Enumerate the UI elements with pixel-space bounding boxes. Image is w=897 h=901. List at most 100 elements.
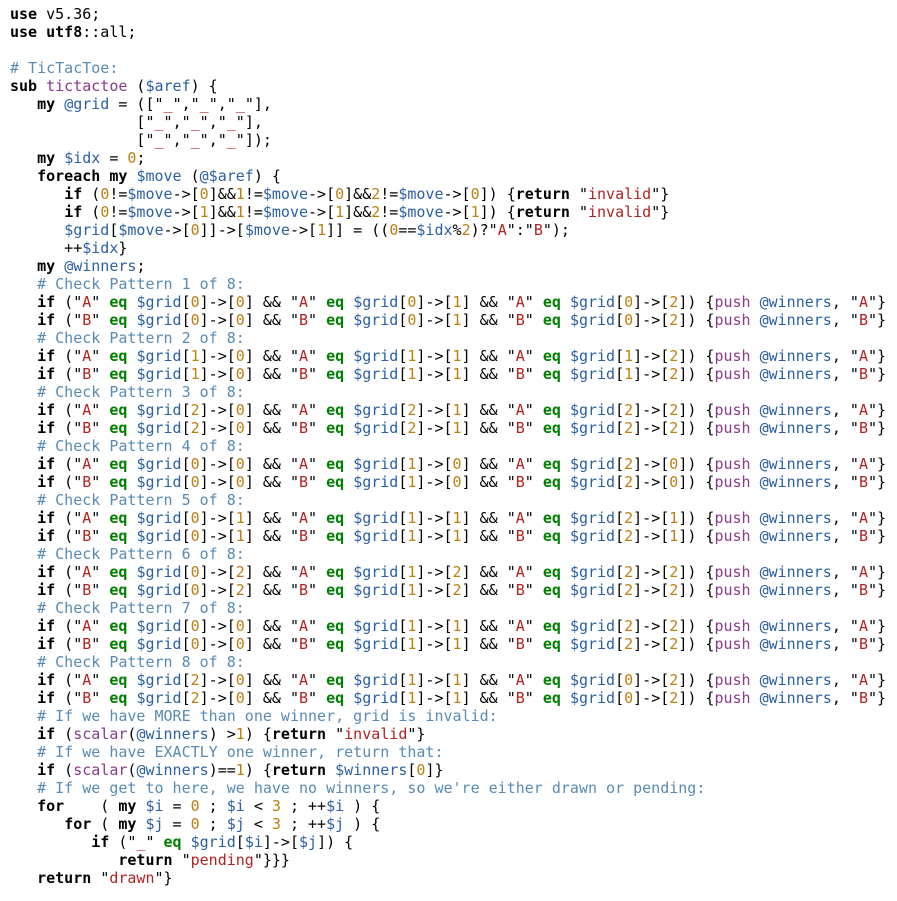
token-string: "A"	[73, 563, 101, 581]
token-plain: (	[55, 455, 74, 473]
token-plain: ,	[208, 131, 218, 149]
token-plain: }	[877, 689, 887, 707]
token-plain: )==	[208, 761, 236, 779]
token-operator: eq	[163, 833, 182, 851]
token-comment: # Check Pattern 3 of 8:	[37, 383, 245, 401]
token-keyword: my	[118, 797, 137, 815]
token-comment: # Check Pattern 5 of 8:	[37, 491, 245, 509]
token-variable: @winners	[759, 455, 832, 473]
token-operator: eq	[542, 617, 561, 635]
token-plain: ] &&	[244, 473, 290, 491]
token-variable: $move	[262, 203, 309, 221]
token-plain: ]->[	[416, 671, 453, 689]
token-string: "B"	[849, 365, 877, 383]
token-plain: (	[55, 311, 74, 329]
token-operator: eq	[326, 347, 345, 365]
token-keyword: my	[109, 167, 128, 185]
token-operator: eq	[542, 527, 561, 545]
token-plain: (	[55, 689, 74, 707]
token-plain: ]) {	[678, 455, 715, 473]
token-string: "A"	[849, 617, 877, 635]
token-plain: );	[551, 221, 570, 239]
token-number: 0	[190, 293, 200, 311]
token-plain: ,	[831, 419, 850, 437]
token-variable: @$aref	[199, 167, 254, 185]
token-number: 2	[669, 581, 679, 599]
token-number: 2	[371, 203, 381, 221]
token-variable: $grid	[569, 311, 616, 329]
token-variable: $idx	[64, 149, 101, 167]
code-line: if (0!=$move->[1]&&1!=$move->[1]&&2!=$mo…	[10, 203, 897, 221]
token-plain: ] &&	[244, 509, 290, 527]
token-plain: ]) {	[479, 203, 516, 221]
token-plain: [	[181, 689, 191, 707]
token-number: 2	[190, 689, 200, 707]
token-string: "B"	[506, 473, 534, 491]
token-variable: $grid	[136, 635, 182, 653]
token-plain: ]->[	[199, 635, 236, 653]
token-plain: ,	[831, 689, 850, 707]
code-line: # Check Pattern 4 of 8:	[10, 437, 897, 455]
token-variable: @winners	[759, 635, 832, 653]
token-builtin: push	[714, 311, 751, 329]
token-variable: $grid	[353, 473, 399, 491]
token-variable: $grid	[136, 311, 182, 329]
token-plain: ]->[	[416, 509, 453, 527]
token-plain: ]->[	[633, 635, 670, 653]
token-plain: }	[163, 869, 173, 887]
token-operator: eq	[326, 419, 345, 437]
token-string: "A"	[849, 563, 877, 581]
code-editor[interactable]: use v5.36; use utf8::all; # TicTacToe: sub…	[0, 0, 897, 901]
token-operator: eq	[109, 509, 128, 527]
token-keyword: use	[10, 23, 38, 41]
token-number: 1	[235, 725, 245, 743]
code-line: sub tictactoe ($aref) {	[10, 77, 897, 95]
token-operator: eq	[542, 509, 561, 527]
token-number: 1	[452, 617, 462, 635]
token-number: 0	[235, 311, 245, 329]
token-variable: $grid	[136, 689, 182, 707]
token-keyword: if	[37, 563, 56, 581]
code-line: if ("A" eq $grid[0]->[0] && "A" eq $grid…	[10, 293, 897, 311]
token-variable: $j	[226, 815, 245, 833]
code-line: if ("A" eq $grid[0]->[0] && "A" eq $grid…	[10, 617, 897, 635]
token-plain: ]->[	[633, 365, 670, 383]
token-string: "B"	[289, 689, 318, 707]
token-string: "_"	[154, 95, 182, 113]
token-string: "_"	[226, 95, 254, 113]
code-line: if (scalar(@winners) >1) {return "invali…	[10, 725, 897, 743]
token-plain: ]&&	[208, 203, 236, 221]
token-number: 2	[669, 293, 679, 311]
token-string: "A"	[506, 671, 534, 689]
token-builtin: push	[714, 365, 751, 383]
token-plain: ->[	[308, 203, 336, 221]
code-line: if ("B" eq $grid[0]->[0] && "B" eq $grid…	[10, 473, 897, 491]
token-number: 2	[669, 671, 679, 689]
token-number: 1	[235, 185, 245, 203]
token-comment: # Check Pattern 1 of 8:	[37, 275, 245, 293]
token-string: "A"	[506, 347, 534, 365]
code-line: # Check Pattern 7 of 8:	[10, 599, 897, 617]
token-plain: (	[64, 797, 119, 815]
token-plain: (	[181, 167, 200, 185]
token-keyword: if	[37, 761, 56, 779]
